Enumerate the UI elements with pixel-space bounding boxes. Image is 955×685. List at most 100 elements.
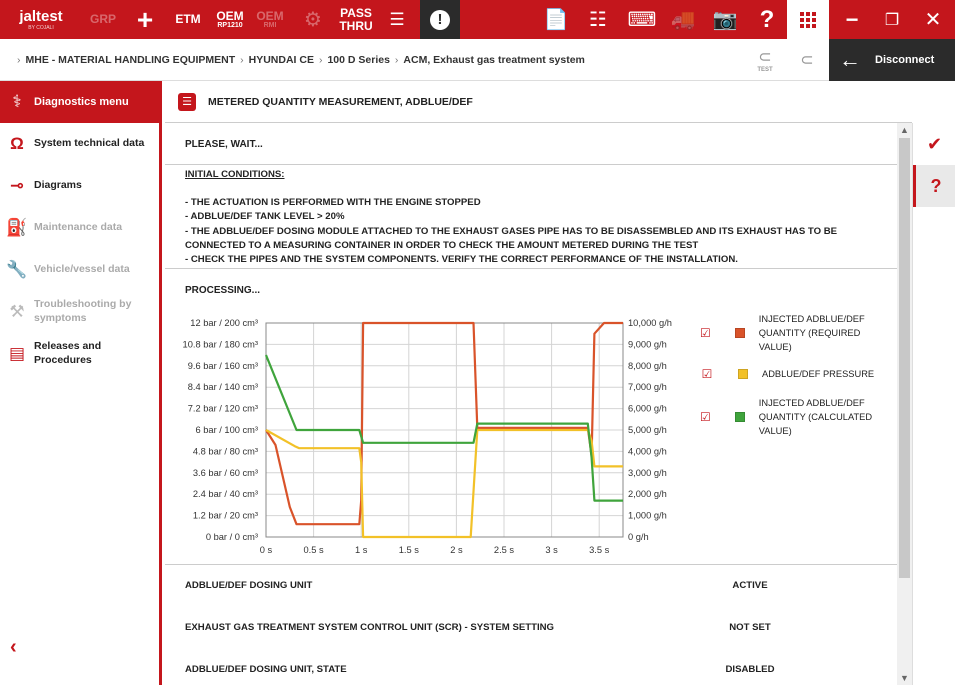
legend-label: INJECTED ADBLUE/DEF QUANTITY (CALCULATED… xyxy=(758,398,873,436)
test-label: TEST xyxy=(757,67,773,73)
y-right-tick-label: 2,000 g/h xyxy=(628,489,667,499)
x-tick-label: 3 s xyxy=(545,545,558,555)
scroll-down-icon[interactable]: ▼ xyxy=(897,671,912,685)
sidebar-item-tools: ⚒ Troubleshooting by symptoms xyxy=(0,291,159,333)
close-icon[interactable]: ✕ xyxy=(914,0,952,39)
x-tick-label: 3.5 s xyxy=(589,545,610,555)
wrench-icon: 🔧 xyxy=(6,260,28,279)
initial-conditions: INITIAL CONDITIONS: - THE ACTUATION IS P… xyxy=(185,168,875,267)
collapse-left-icon[interactable]: ‹ xyxy=(10,636,17,659)
sidebar-item-label: System technical data xyxy=(34,137,145,150)
sidebar-item-book[interactable]: ▤ Releases and Procedures xyxy=(0,333,159,375)
pass-thru-label: PASS xyxy=(340,5,372,20)
sidebar-header-diagnostics[interactable]: ⚕ Diagnostics menu xyxy=(0,81,159,123)
x-tick-label: 1.5 s xyxy=(399,545,420,555)
apps-grid-button[interactable] xyxy=(787,0,829,39)
etm-label: ETM xyxy=(175,12,201,27)
logo-text: jaltest xyxy=(19,7,63,25)
stethoscope-icon: ⚕ xyxy=(12,92,22,111)
breadcrumb-item-series[interactable]: 100 D Series xyxy=(327,54,389,66)
x-tick-label: 0.5 s xyxy=(304,545,325,555)
arrow-left-icon: ← xyxy=(839,47,861,72)
breadcrumb-chevron-icon: › xyxy=(240,54,244,66)
status-row: EXHAUST GAS TREATMENT SYSTEM CONTROL UNI… xyxy=(185,622,885,633)
restore-icon[interactable]: ❐ xyxy=(874,0,910,39)
y-left-tick-label: 0 bar / 0 cm³ xyxy=(206,532,258,542)
oem-rmi-label: OEM xyxy=(256,8,284,23)
etm-button[interactable]: ETM xyxy=(170,0,206,39)
list-icon[interactable]: ☷ xyxy=(582,0,614,39)
y-right-tick-label: 10,000 g/h xyxy=(628,318,672,328)
y-left-tick-label: 3.6 bar / 60 cm³ xyxy=(193,468,258,478)
oem-rmi-button[interactable]: OEM RMI xyxy=(252,0,288,39)
status-label: ADBLUE/DEF DOSING UNIT xyxy=(185,580,313,591)
right-action-panel: ✔ ? xyxy=(912,123,955,685)
y-right-tick-label: 0 g/h xyxy=(628,532,649,542)
status-row: ADBLUE/DEF DOSING UNIT ACTIVE xyxy=(185,580,885,591)
legend-item-calculated[interactable]: ☑ INJECTED ADBLUE/DEF QUANTITY (CALCULAT… xyxy=(700,396,895,438)
sidebar-item-label: Releases and Procedures xyxy=(34,340,102,366)
y-right-tick-label: 9,000 g/h xyxy=(628,339,667,349)
connector-icon[interactable]: ⊂ xyxy=(792,45,822,75)
divider xyxy=(165,164,897,165)
test-connector-icon[interactable]: ⊂ TEST xyxy=(750,45,780,75)
breadcrumb: › MHE - MATERIAL HANDLING EQUIPMENT › HY… xyxy=(12,39,585,81)
status-value: DISABLED xyxy=(725,664,775,675)
sidebar-item-omega[interactable]: Ω System technical data xyxy=(0,123,159,165)
vertical-scrollbar[interactable]: ▲ ▼ xyxy=(897,123,912,685)
grp-label: GRP xyxy=(89,12,116,27)
y-right-tick-label: 7,000 g/h xyxy=(628,382,667,392)
grp-button[interactable]: GRP xyxy=(86,0,120,39)
truck-icon[interactable]: 🚚 xyxy=(666,0,700,39)
help-icon[interactable]: ? xyxy=(750,0,784,39)
y-left-tick-label: 6 bar / 100 cm³ xyxy=(195,425,258,435)
report-icon[interactable]: 📄 xyxy=(540,0,572,39)
check-icon[interactable]: ✔ xyxy=(913,123,955,165)
oem-rp1210-button[interactable]: OEM RP1210 xyxy=(212,0,248,39)
scroll-up-icon[interactable]: ▲ xyxy=(897,123,912,137)
legend-item-required[interactable]: ☑ INJECTED ADBLUE/DEF QUANTITY (REQUIRED… xyxy=(700,312,895,354)
scroll-thumb[interactable] xyxy=(899,138,910,578)
checkbox-icon[interactable]: ☑ xyxy=(700,410,711,424)
warning-button[interactable]: ! xyxy=(420,0,460,39)
y-left-tick-label: 10.8 bar / 180 cm³ xyxy=(183,339,258,349)
sidebar-header-label: Diagnostics menu xyxy=(34,96,129,108)
sidebar-item-label: Diagrams xyxy=(34,179,82,192)
book-icon: ▤ xyxy=(8,344,26,363)
pass-thru-button[interactable]: PASS THRU xyxy=(336,0,376,39)
oem-rmi-sublabel: RMI xyxy=(263,22,277,30)
y-right-tick-label: 3,000 g/h xyxy=(628,468,667,478)
condition-line: - CHECK THE PIPES AND THE SYSTEM COMPONE… xyxy=(185,254,738,266)
sidebar-item-oil-can: ⛽ Maintenance data xyxy=(0,207,159,249)
legend-item-pressure[interactable]: ☑ ADBLUE/DEF PRESSURE xyxy=(700,367,895,381)
chart: 0 bar / 0 cm³ 0 g/h 1.2 bar / 20 cm³ 1,000 … xyxy=(183,318,672,555)
help-question-icon[interactable]: ? xyxy=(913,165,955,207)
minimize-icon[interactable]: − xyxy=(834,0,870,39)
please-wait-text: PLEASE, WAIT... xyxy=(185,139,263,150)
breadcrumb-item-hyundai[interactable]: HYUNDAI CE xyxy=(249,54,314,66)
jaltest-logo: jaltest BY COJALI xyxy=(6,0,76,39)
condition-line: - ADBLUE/DEF TANK LEVEL > 20% xyxy=(185,211,345,223)
camera-icon[interactable]: 📷 xyxy=(708,0,742,39)
checkbox-icon[interactable]: ☑ xyxy=(700,326,711,340)
x-tick-label: 0 s xyxy=(260,545,273,555)
server-icon[interactable]: ☰ xyxy=(380,0,414,39)
breadcrumb-item-mhe[interactable]: MHE - MATERIAL HANDLING EQUIPMENT xyxy=(26,54,236,66)
y-left-tick-label: 9.6 bar / 160 cm³ xyxy=(188,361,258,371)
y-left-tick-label: 12 bar / 200 cm³ xyxy=(190,318,258,328)
keyboard-icon[interactable]: ⌨ xyxy=(625,0,659,39)
breadcrumb-chevron-icon: › xyxy=(394,54,399,66)
warning-icon: ! xyxy=(430,9,450,30)
page-title: METERED QUANTITY MEASUREMENT, ADBLUE/DEF xyxy=(208,95,473,108)
app-window: jaltest BY COJALI GRP + ETM OEM RP1210 OE… xyxy=(0,0,955,685)
technician-icon[interactable]: ⚙ xyxy=(296,0,330,39)
sidebar-item-label: Vehicle/vessel data xyxy=(34,263,130,276)
sidebar-item-diagram[interactable]: ⊸ Diagrams xyxy=(0,165,159,207)
breadcrumb-item-system[interactable]: ACM, Exhaust gas treatment system xyxy=(403,54,584,66)
disconnect-button[interactable]: ← Disconnect xyxy=(829,39,955,81)
checkbox-icon[interactable]: ☑ xyxy=(700,367,714,381)
condition-line: - THE ADBLUE/DEF DOSING MODULE ATTACHED … xyxy=(185,225,838,251)
add-icon[interactable]: + xyxy=(130,0,160,39)
oem-rp1210-sublabel: RP1210 xyxy=(217,22,243,30)
sidebar-item-wrench: 🔧 Vehicle/vessel data xyxy=(0,249,159,291)
